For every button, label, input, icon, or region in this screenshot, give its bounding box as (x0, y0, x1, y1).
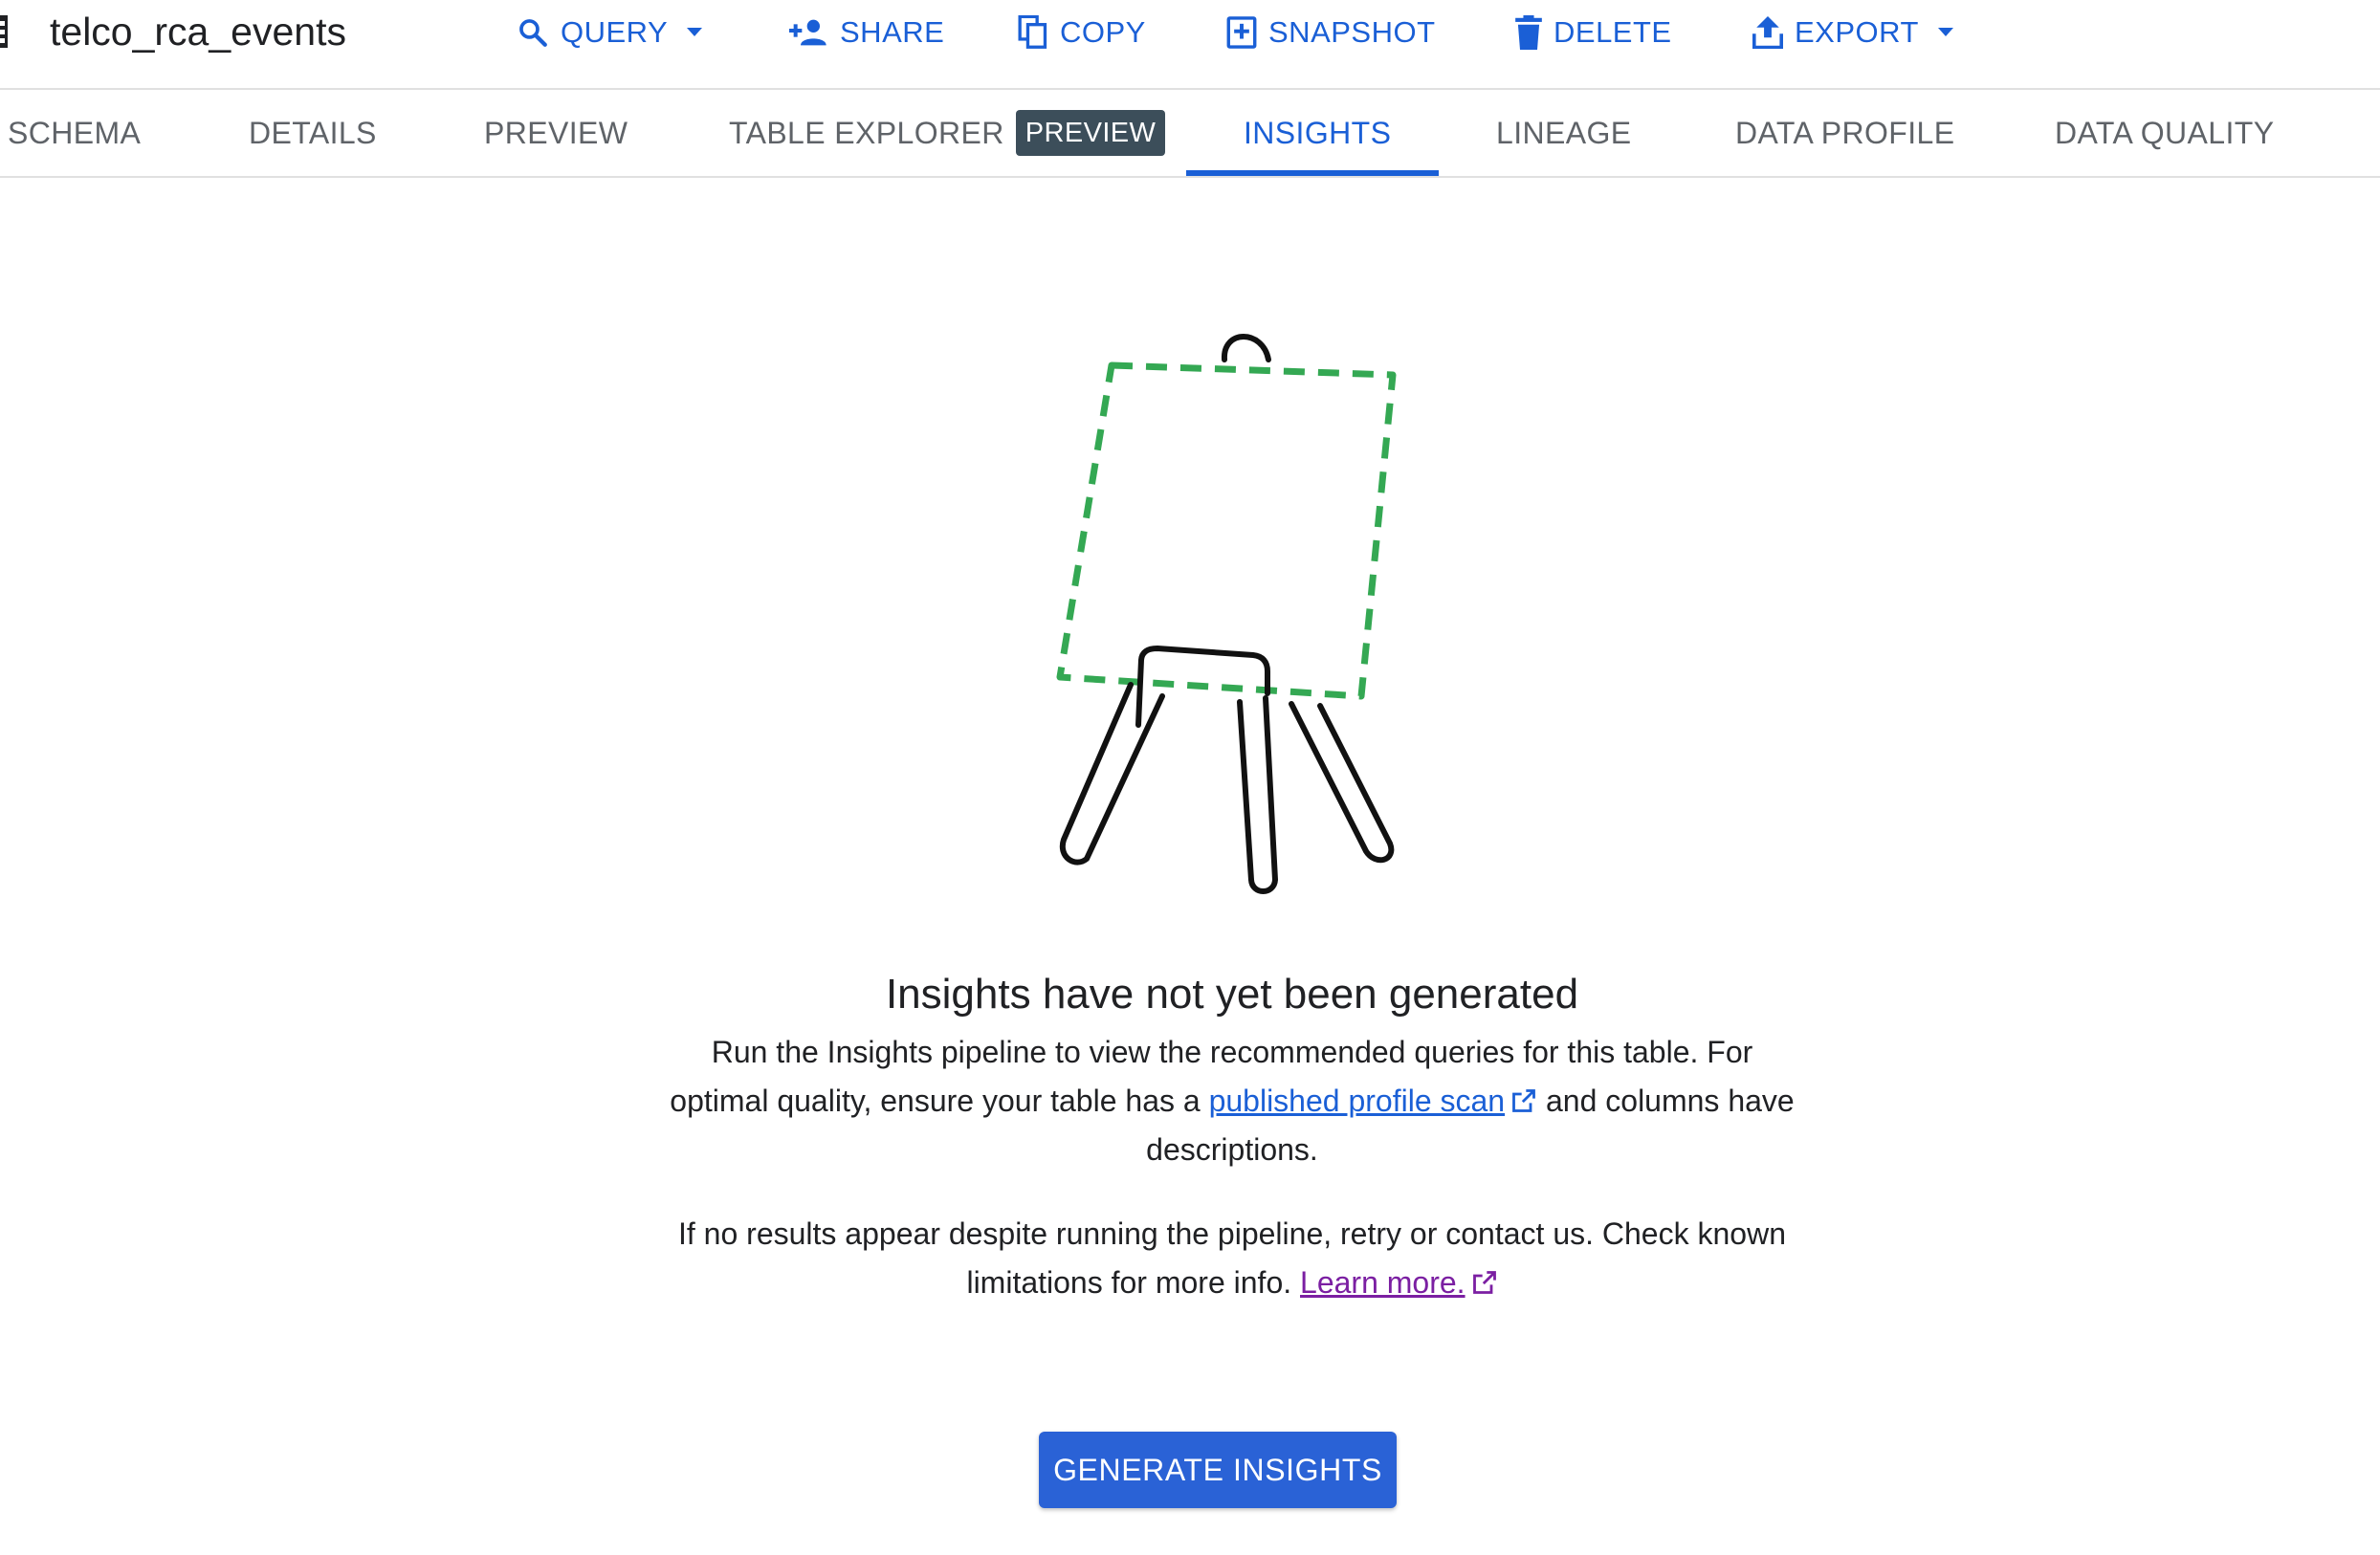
delete-button-label: DELETE (1554, 15, 1672, 49)
tab-data-quality[interactable]: DATA QUALITY (2055, 90, 2274, 176)
easel-hook (1221, 334, 1271, 362)
table-toolbar: telco_rca_events QUERY SHARE COPY SNAPSH… (0, 0, 2380, 90)
empty-state-help: If no results appear despite running the… (670, 1210, 1795, 1307)
share-button[interactable]: SHARE (788, 8, 944, 57)
easel-left-leg (1059, 682, 1165, 865)
person-add-icon (789, 19, 826, 46)
tab-lineage[interactable]: LINEAGE (1496, 90, 1632, 176)
snapshot-button-label: SNAPSHOT (1268, 15, 1436, 49)
copy-button[interactable]: COPY (1018, 8, 1146, 57)
upload-icon (1752, 16, 1783, 49)
snapshot-icon (1226, 16, 1257, 49)
learn-more-link[interactable]: Learn more. (1300, 1265, 1465, 1300)
table-tabs: SCHEMA DETAILS PREVIEW TABLE EXPLORER PR… (0, 90, 2380, 178)
share-button-label: SHARE (840, 15, 945, 49)
caret-down-icon (1937, 28, 1953, 36)
tab-table-explorer[interactable]: TABLE EXPLORER PREVIEW (729, 90, 1166, 176)
search-icon (519, 19, 547, 47)
easel-middle-leg (1237, 695, 1278, 894)
trash-icon (1515, 15, 1542, 50)
caret-down-icon (687, 28, 703, 36)
preview-badge: PREVIEW (1015, 110, 1166, 156)
export-button-label: EXPORT (1795, 15, 1919, 49)
dashed-canvas (1056, 361, 1397, 700)
generate-insights-button[interactable]: GENERATE INSIGHTS (1039, 1432, 1397, 1508)
active-tab-indicator (1186, 170, 1439, 176)
snapshot-button[interactable]: SNAPSHOT (1226, 8, 1436, 57)
tab-insights[interactable]: INSIGHTS (1244, 90, 1391, 176)
insights-page: telco_rca_events QUERY SHARE COPY SNAPSH… (0, 0, 2380, 1555)
tab-preview[interactable]: PREVIEW (484, 90, 628, 176)
query-button-label: QUERY (561, 15, 669, 49)
export-button[interactable]: EXPORT (1752, 8, 1955, 57)
easel-illustration (1056, 334, 1397, 894)
table-icon (0, 15, 8, 48)
copy-button-label: COPY (1060, 15, 1146, 49)
tab-details[interactable]: DETAILS (249, 90, 377, 176)
easel-right-leg (1289, 701, 1395, 864)
tab-table-explorer-label: TABLE EXPLORER (729, 115, 1004, 150)
open-in-new-icon (1512, 1089, 1535, 1112)
help-text: If no results appear despite running the… (678, 1216, 1786, 1300)
query-button[interactable]: QUERY (517, 8, 704, 57)
delete-button[interactable]: DELETE (1515, 8, 1672, 57)
tab-schema[interactable]: SCHEMA (8, 90, 141, 176)
tab-data-profile[interactable]: DATA PROFILE (1735, 90, 1954, 176)
published-profile-scan-link[interactable]: published profile scan (1209, 1084, 1506, 1118)
empty-state-title: Insights have not yet been generated (885, 971, 1579, 1018)
copy-icon (1018, 15, 1047, 49)
empty-state-description: Run the Insights pipeline to view the re… (670, 1028, 1795, 1174)
table-name-title: telco_rca_events (50, 10, 346, 54)
open-in-new-icon (1472, 1271, 1496, 1294)
